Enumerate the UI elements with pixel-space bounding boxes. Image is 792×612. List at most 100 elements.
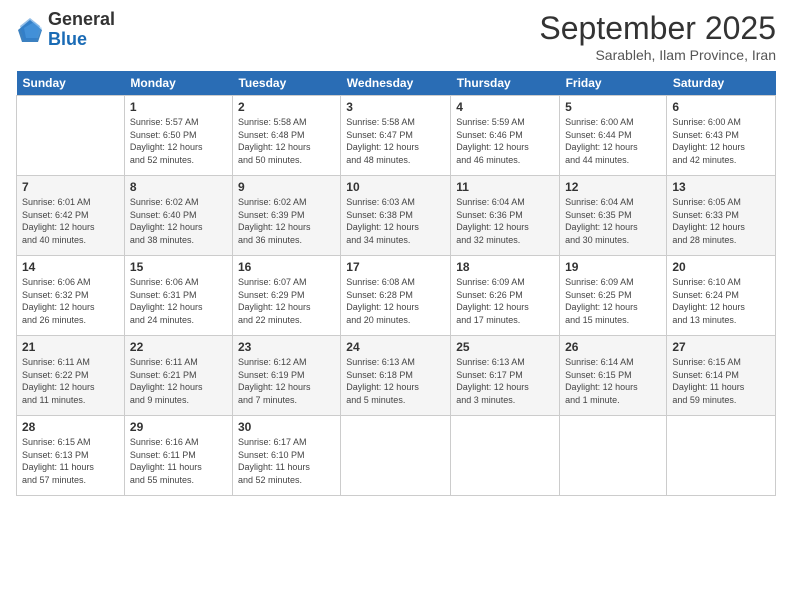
- day-number: 3: [346, 100, 445, 114]
- day-info: Sunrise: 5:59 AM Sunset: 6:46 PM Dayligh…: [456, 116, 554, 166]
- page: General Blue September 2025 Sarableh, Il…: [0, 0, 792, 612]
- day-cell: 12 Sunrise: 6:04 AM Sunset: 6:35 PM Dayli…: [560, 176, 667, 256]
- day-cell: 15 Sunrise: 6:06 AM Sunset: 6:31 PM Dayli…: [124, 256, 232, 336]
- day-info: Sunrise: 6:01 AM Sunset: 6:42 PM Dayligh…: [22, 196, 119, 246]
- day-number: 8: [130, 180, 227, 194]
- day-info: Sunrise: 6:14 AM Sunset: 6:15 PM Dayligh…: [565, 356, 661, 406]
- day-cell: 13Sunrise: 6:05 AM Sunset: 6:33 PM Dayli…: [667, 176, 776, 256]
- day-cell: 3 Sunrise: 5:58 AM Sunset: 6:47 PM Daylig…: [341, 96, 451, 176]
- logo-icon: [16, 16, 44, 44]
- header: General Blue September 2025 Sarableh, Il…: [16, 10, 776, 63]
- col-header-monday: Monday: [124, 71, 232, 96]
- day-number: 19: [565, 260, 661, 274]
- day-number: 29: [130, 420, 227, 434]
- day-cell: 29 Sunrise: 6:16 AM Sunset: 6:11 PM Dayli…: [124, 416, 232, 496]
- day-number: 6: [672, 100, 770, 114]
- day-cell: 26 Sunrise: 6:14 AM Sunset: 6:15 PM Dayli…: [560, 336, 667, 416]
- day-number: 23: [238, 340, 335, 354]
- day-cell: 7 Sunrise: 6:01 AM Sunset: 6:42 PM Daylig…: [17, 176, 125, 256]
- day-info: Sunrise: 6:03 AM Sunset: 6:38 PM Dayligh…: [346, 196, 445, 246]
- day-number: 30: [238, 420, 335, 434]
- subtitle: Sarableh, Ilam Province, Iran: [539, 47, 776, 63]
- logo-text: General Blue: [48, 10, 115, 50]
- logo-general: General: [48, 10, 115, 30]
- day-cell: 28 Sunrise: 6:15 AM Sunset: 6:13 PM Dayli…: [17, 416, 125, 496]
- day-number: 16: [238, 260, 335, 274]
- title-block: September 2025 Sarableh, Ilam Province, …: [539, 10, 776, 63]
- day-cell: 1Sunrise: 5:57 AM Sunset: 6:50 PM Daylig…: [124, 96, 232, 176]
- day-info: Sunrise: 6:17 AM Sunset: 6:10 PM Dayligh…: [238, 436, 335, 486]
- day-number: 20: [672, 260, 770, 274]
- day-info: Sunrise: 6:13 AM Sunset: 6:18 PM Dayligh…: [346, 356, 445, 406]
- day-info: Sunrise: 6:10 AM Sunset: 6:24 PM Dayligh…: [672, 276, 770, 326]
- day-info: Sunrise: 5:58 AM Sunset: 6:47 PM Dayligh…: [346, 116, 445, 166]
- day-number: 26: [565, 340, 661, 354]
- col-header-saturday: Saturday: [667, 71, 776, 96]
- day-info: Sunrise: 6:16 AM Sunset: 6:11 PM Dayligh…: [130, 436, 227, 486]
- day-cell: 24 Sunrise: 6:13 AM Sunset: 6:18 PM Dayli…: [341, 336, 451, 416]
- day-number: 11: [456, 180, 554, 194]
- day-info: Sunrise: 6:08 AM Sunset: 6:28 PM Dayligh…: [346, 276, 445, 326]
- day-cell: 23Sunrise: 6:12 AM Sunset: 6:19 PM Dayli…: [232, 336, 340, 416]
- day-cell: 25 Sunrise: 6:13 AM Sunset: 6:17 PM Dayli…: [451, 336, 560, 416]
- day-number: 5: [565, 100, 661, 114]
- day-cell: 30 Sunrise: 6:17 AM Sunset: 6:10 PM Dayli…: [232, 416, 340, 496]
- day-cell: 17 Sunrise: 6:08 AM Sunset: 6:28 PM Dayli…: [341, 256, 451, 336]
- day-info: Sunrise: 6:00 AM Sunset: 6:44 PM Dayligh…: [565, 116, 661, 166]
- week-row-3: 21 Sunrise: 6:11 AM Sunset: 6:22 PM Dayli…: [17, 336, 776, 416]
- day-info: Sunrise: 6:02 AM Sunset: 6:39 PM Dayligh…: [238, 196, 335, 246]
- day-info: Sunrise: 6:11 AM Sunset: 6:22 PM Dayligh…: [22, 356, 119, 406]
- day-number: 14: [22, 260, 119, 274]
- day-number: 18: [456, 260, 554, 274]
- col-header-wednesday: Wednesday: [341, 71, 451, 96]
- day-number: 9: [238, 180, 335, 194]
- header-row: SundayMondayTuesdayWednesdayThursdayFrid…: [17, 71, 776, 96]
- day-cell: 6 Sunrise: 6:00 AM Sunset: 6:43 PM Daylig…: [667, 96, 776, 176]
- logo: General Blue: [16, 10, 115, 50]
- day-cell: 22Sunrise: 6:11 AM Sunset: 6:21 PM Dayli…: [124, 336, 232, 416]
- day-info: Sunrise: 6:07 AM Sunset: 6:29 PM Dayligh…: [238, 276, 335, 326]
- day-number: 13: [672, 180, 770, 194]
- day-info: Sunrise: 6:13 AM Sunset: 6:17 PM Dayligh…: [456, 356, 554, 406]
- day-cell: 19Sunrise: 6:09 AM Sunset: 6:25 PM Dayli…: [560, 256, 667, 336]
- day-cell: 20 Sunrise: 6:10 AM Sunset: 6:24 PM Dayli…: [667, 256, 776, 336]
- day-info: Sunrise: 6:15 AM Sunset: 6:13 PM Dayligh…: [22, 436, 119, 486]
- day-info: Sunrise: 6:04 AM Sunset: 6:36 PM Dayligh…: [456, 196, 554, 246]
- day-cell: 11 Sunrise: 6:04 AM Sunset: 6:36 PM Dayli…: [451, 176, 560, 256]
- day-info: Sunrise: 6:06 AM Sunset: 6:32 PM Dayligh…: [22, 276, 119, 326]
- day-cell: 16 Sunrise: 6:07 AM Sunset: 6:29 PM Dayli…: [232, 256, 340, 336]
- day-number: 2: [238, 100, 335, 114]
- week-row-1: 7 Sunrise: 6:01 AM Sunset: 6:42 PM Daylig…: [17, 176, 776, 256]
- day-info: Sunrise: 6:04 AM Sunset: 6:35 PM Dayligh…: [565, 196, 661, 246]
- day-number: 25: [456, 340, 554, 354]
- day-cell: 18Sunrise: 6:09 AM Sunset: 6:26 PM Dayli…: [451, 256, 560, 336]
- day-cell: [341, 416, 451, 496]
- day-cell: 5 Sunrise: 6:00 AM Sunset: 6:44 PM Daylig…: [560, 96, 667, 176]
- day-info: Sunrise: 6:06 AM Sunset: 6:31 PM Dayligh…: [130, 276, 227, 326]
- day-number: 21: [22, 340, 119, 354]
- day-number: 15: [130, 260, 227, 274]
- day-number: 10: [346, 180, 445, 194]
- day-cell: 27Sunrise: 6:15 AM Sunset: 6:14 PM Dayli…: [667, 336, 776, 416]
- day-number: 7: [22, 180, 119, 194]
- day-info: Sunrise: 6:00 AM Sunset: 6:43 PM Dayligh…: [672, 116, 770, 166]
- day-number: 27: [672, 340, 770, 354]
- day-number: 28: [22, 420, 119, 434]
- day-cell: 2Sunrise: 5:58 AM Sunset: 6:48 PM Daylig…: [232, 96, 340, 176]
- col-header-tuesday: Tuesday: [232, 71, 340, 96]
- day-cell: [17, 96, 125, 176]
- day-number: 17: [346, 260, 445, 274]
- day-info: Sunrise: 6:02 AM Sunset: 6:40 PM Dayligh…: [130, 196, 227, 246]
- day-cell: 9 Sunrise: 6:02 AM Sunset: 6:39 PM Daylig…: [232, 176, 340, 256]
- month-title: September 2025: [539, 10, 776, 47]
- day-cell: [560, 416, 667, 496]
- col-header-thursday: Thursday: [451, 71, 560, 96]
- week-row-2: 14 Sunrise: 6:06 AM Sunset: 6:32 PM Dayli…: [17, 256, 776, 336]
- day-cell: 10 Sunrise: 6:03 AM Sunset: 6:38 PM Dayli…: [341, 176, 451, 256]
- day-cell: 8 Sunrise: 6:02 AM Sunset: 6:40 PM Daylig…: [124, 176, 232, 256]
- day-cell: [667, 416, 776, 496]
- day-number: 4: [456, 100, 554, 114]
- day-number: 12: [565, 180, 661, 194]
- day-number: 22: [130, 340, 227, 354]
- day-number: 24: [346, 340, 445, 354]
